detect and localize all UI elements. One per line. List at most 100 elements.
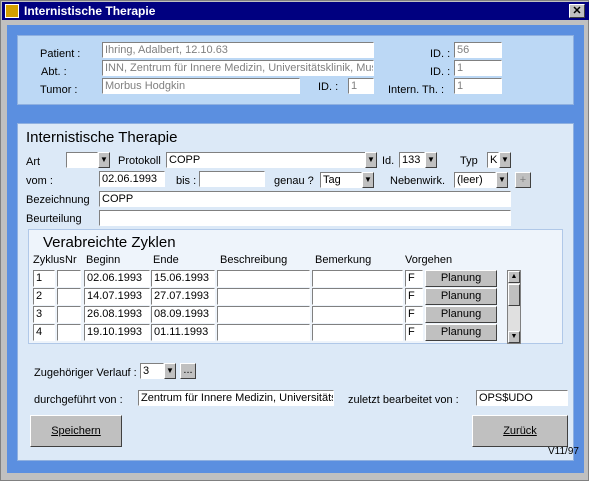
zyklus-cell[interactable]: 4 bbox=[33, 324, 55, 341]
abt-label: Abt. : bbox=[41, 66, 67, 78]
col-bemerkung: Bemerkung bbox=[315, 254, 372, 266]
nebenwirk-dropdown-icon[interactable]: ▼ bbox=[496, 172, 508, 188]
vom-input[interactable]: 02.06.1993 bbox=[99, 171, 165, 187]
zyklus-cell[interactable]: 2 bbox=[33, 288, 55, 305]
zuletzt-label: zuletzt bearbeitet von : bbox=[348, 394, 459, 406]
id-select[interactable]: 133 bbox=[399, 152, 425, 168]
beginn-cell[interactable]: 19.10.1993 bbox=[84, 324, 150, 341]
vorgehen-cell[interactable]: F bbox=[405, 288, 423, 305]
title-bar: Internistische Therapie ✕ bbox=[2, 2, 589, 20]
patient-field: Ihring, Adalbert, 12.10.63 bbox=[102, 42, 374, 58]
zyklus-cell[interactable]: 3 bbox=[33, 306, 55, 323]
beschreibung-cell[interactable] bbox=[217, 288, 310, 305]
ende-cell[interactable]: 01.11.1993 bbox=[151, 324, 215, 341]
nr-cell[interactable] bbox=[57, 270, 81, 287]
ende-cell[interactable]: 08.09.1993 bbox=[151, 306, 215, 323]
vorgehen-cell[interactable]: F bbox=[405, 306, 423, 323]
cycles-grid: Verabreichte Zyklen Zyklus Nr Beginn End… bbox=[28, 229, 563, 344]
beginn-cell[interactable]: 02.06.1993 bbox=[84, 270, 150, 287]
verlauf-dropdown-icon[interactable]: ▼ bbox=[164, 363, 176, 379]
dialog-window: Internistische Therapie ✕ Patient : Ihri… bbox=[0, 0, 589, 481]
genau-select[interactable]: Tag bbox=[320, 172, 362, 188]
beurteilung-input[interactable] bbox=[99, 210, 511, 226]
planung-button[interactable]: Planung bbox=[425, 288, 497, 305]
bemerkung-cell[interactable] bbox=[312, 324, 403, 341]
beginn-cell[interactable]: 26.08.1993 bbox=[84, 306, 150, 323]
bemerkung-cell[interactable] bbox=[312, 270, 403, 287]
save-button[interactable]: Speichern bbox=[30, 415, 122, 447]
ende-cell[interactable]: 15.06.1993 bbox=[151, 270, 215, 287]
verlauf-select[interactable]: 3 bbox=[140, 363, 164, 379]
intern-field: 1 bbox=[454, 78, 502, 94]
id2-field: 1 bbox=[454, 60, 502, 76]
scroll-up-icon[interactable]: ▲ bbox=[508, 271, 520, 283]
planung-button[interactable]: Planung bbox=[425, 270, 497, 287]
zyklus-cell[interactable]: 1 bbox=[33, 270, 55, 287]
typ-select[interactable]: K bbox=[487, 152, 499, 168]
bemerkung-cell[interactable] bbox=[312, 306, 403, 323]
patient-label: Patient : bbox=[40, 48, 81, 60]
section-title: Internistische Therapie bbox=[26, 129, 178, 146]
cycles-title: Verabreichte Zyklen bbox=[43, 234, 176, 251]
planung-button[interactable]: Planung bbox=[425, 306, 497, 323]
bis-label: bis : bbox=[176, 175, 197, 187]
intern-label: Intern. Th. : bbox=[388, 84, 445, 96]
bezeichnung-input[interactable]: COPP bbox=[99, 191, 511, 207]
id1-label: ID. : bbox=[430, 48, 451, 60]
nr-cell[interactable] bbox=[57, 324, 81, 341]
durch-label: durchgeführt von : bbox=[34, 394, 123, 406]
beschreibung-cell[interactable] bbox=[217, 324, 310, 341]
vom-label: vom : bbox=[26, 175, 53, 187]
protokoll-dropdown-icon[interactable]: ▼ bbox=[365, 152, 377, 168]
close-icon[interactable]: ✕ bbox=[569, 4, 585, 18]
cycles-scrollbar[interactable]: ▲ ▼ bbox=[507, 270, 521, 344]
beginn-cell[interactable]: 14.07.1993 bbox=[84, 288, 150, 305]
bezeichnung-label: Bezeichnung bbox=[26, 194, 90, 206]
beschreibung-cell[interactable] bbox=[217, 270, 310, 287]
beschreibung-cell[interactable] bbox=[217, 306, 310, 323]
id2-label: ID. : bbox=[430, 66, 451, 78]
typ-label: Typ bbox=[460, 155, 478, 167]
verlauf-more-button[interactable]: ... bbox=[180, 363, 196, 379]
scroll-down-icon[interactable]: ▼ bbox=[508, 331, 520, 343]
verlauf-label: Zugehöriger Verlauf : bbox=[34, 367, 137, 379]
planung-button[interactable]: Planung bbox=[425, 324, 497, 341]
scroll-thumb[interactable] bbox=[508, 284, 520, 306]
patient-header: Patient : Ihring, Adalbert, 12.10.63 Abt… bbox=[17, 35, 574, 105]
genau-dropdown-icon[interactable]: ▼ bbox=[362, 172, 374, 188]
art-select[interactable] bbox=[66, 152, 98, 168]
typ-dropdown-icon[interactable]: ▼ bbox=[499, 152, 511, 168]
back-button-label: Zurück bbox=[503, 425, 537, 437]
nebenwirk-select[interactable]: (leer) bbox=[454, 172, 496, 188]
tumor-id-label: ID. : bbox=[318, 81, 339, 93]
zuletzt-field[interactable]: OPS$UDO bbox=[476, 390, 568, 406]
protokoll-label: Protokoll bbox=[118, 155, 161, 167]
col-beschreibung: Beschreibung bbox=[220, 254, 288, 266]
bemerkung-cell[interactable] bbox=[312, 288, 403, 305]
id-label: Id. bbox=[382, 155, 395, 167]
nr-cell[interactable] bbox=[57, 288, 81, 305]
art-label: Art bbox=[26, 156, 41, 168]
genau-label: genau ? bbox=[274, 175, 314, 187]
content-panel: Patient : Ihring, Adalbert, 12.10.63 Abt… bbox=[7, 25, 584, 473]
durch-field[interactable]: Zentrum für Innere Medizin, Universitäts bbox=[138, 390, 334, 406]
id-dropdown-icon[interactable]: ▼ bbox=[425, 152, 437, 168]
col-ende: Ende bbox=[153, 254, 179, 266]
version-label: V11/97 bbox=[548, 446, 579, 457]
add-nebenwirk-button[interactable]: + bbox=[515, 172, 531, 188]
col-zyklus: Zyklus bbox=[33, 254, 65, 266]
beurteilung-label: Beurteilung bbox=[26, 213, 82, 225]
window-title: Internistische Therapie bbox=[24, 4, 156, 18]
col-vorgehen: Vorgehen bbox=[405, 254, 453, 266]
col-beginn: Beginn bbox=[86, 254, 121, 266]
vorgehen-cell[interactable]: F bbox=[405, 324, 423, 341]
ende-cell[interactable]: 27.07.1993 bbox=[151, 288, 215, 305]
col-nr: Nr bbox=[65, 254, 77, 266]
bis-input[interactable] bbox=[199, 171, 265, 187]
vorgehen-cell[interactable]: F bbox=[405, 270, 423, 287]
art-dropdown-icon[interactable]: ▼ bbox=[98, 152, 110, 168]
nr-cell[interactable] bbox=[57, 306, 81, 323]
id1-field: 56 bbox=[454, 42, 502, 58]
back-button[interactable]: Zurück bbox=[472, 415, 568, 447]
protokoll-select[interactable]: COPP bbox=[166, 152, 366, 168]
